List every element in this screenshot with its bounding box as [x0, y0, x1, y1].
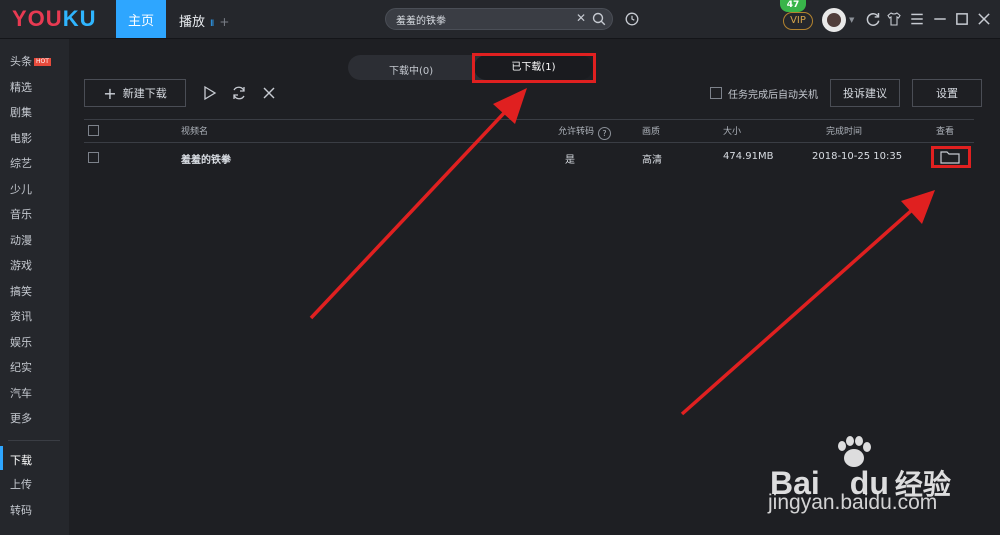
watermark-url: jingyan.baidu.com	[768, 491, 938, 514]
